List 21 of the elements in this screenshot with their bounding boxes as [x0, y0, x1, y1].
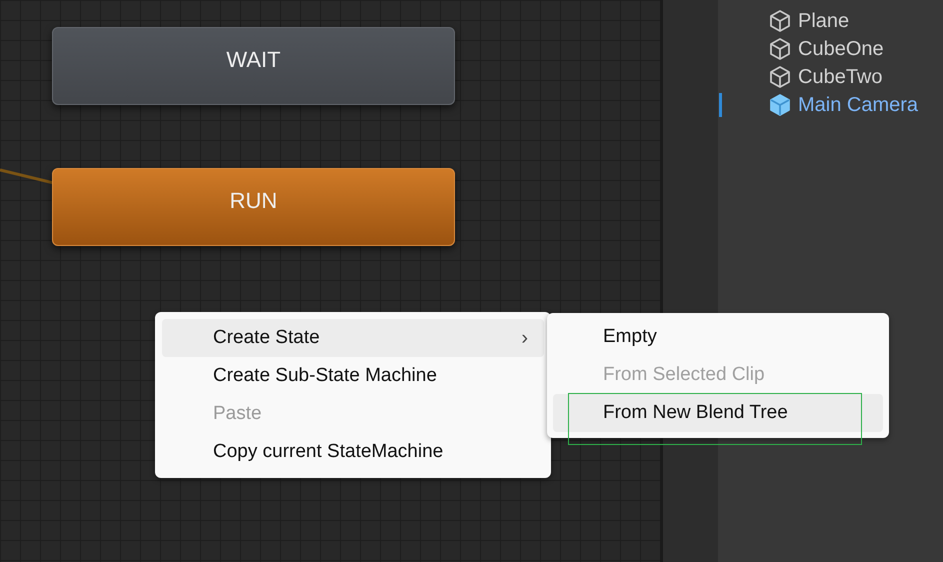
menu-label: Create Sub-State Machine: [213, 364, 437, 388]
hierarchy-item[interactable]: Main Camera: [798, 90, 918, 120]
menu-item[interactable]: Create State ›: [162, 319, 544, 357]
state-node[interactable]: RUN: [52, 168, 455, 246]
cube-icon: [768, 65, 792, 89]
state-node[interactable]: WAIT: [52, 27, 455, 105]
menu-label: Copy current StateMachine: [213, 440, 444, 464]
menu-label: Paste: [213, 402, 262, 426]
cube-icon: [768, 9, 792, 33]
cube-icon: [768, 37, 792, 61]
menu-item[interactable]: Create Sub-State Machine: [162, 357, 544, 395]
cube-icon: [768, 93, 792, 117]
menu-item[interactable]: Copy current StateMachine: [162, 433, 544, 471]
menu-label: Create State: [213, 326, 320, 350]
submenu-arrow: ›: [521, 326, 528, 351]
hierarchy-item[interactable]: CubeTwo: [798, 62, 882, 92]
menu-item[interactable]: Empty: [553, 318, 883, 356]
transition-line: [0, 168, 54, 186]
hierarchy-item[interactable]: CubeOne: [798, 34, 884, 64]
menu-item[interactable]: From New Blend Tree: [553, 394, 883, 432]
hierarchy-item[interactable]: Plane: [798, 6, 850, 36]
